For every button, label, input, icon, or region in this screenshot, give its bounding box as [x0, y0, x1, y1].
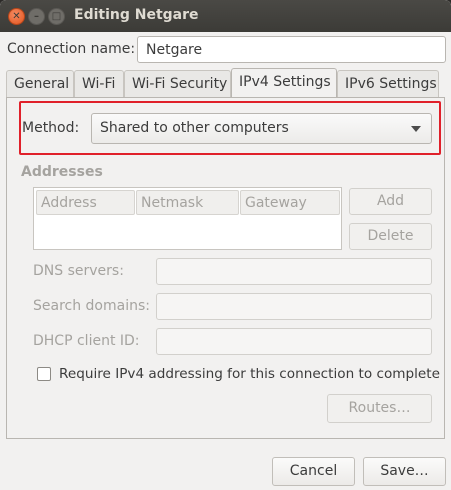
tab-ipv4-settings[interactable]: IPv4 Settings — [231, 68, 337, 97]
routes-button[interactable]: Routes… — [327, 394, 432, 423]
search-domains-input[interactable] — [156, 293, 432, 320]
addresses-heading: Addresses — [21, 164, 103, 180]
add-button[interactable]: Add — [349, 188, 432, 215]
method-select[interactable]: Shared to other computers — [91, 113, 432, 144]
connection-name-label: Connection name: — [7, 41, 136, 57]
tab-general[interactable]: General — [6, 70, 74, 97]
maximize-icon[interactable]: □ — [48, 8, 65, 25]
method-label: Method: — [22, 120, 80, 136]
connection-name-input[interactable] — [137, 36, 446, 63]
close-icon[interactable]: ✕ — [8, 8, 25, 25]
tab-wifi[interactable]: Wi-Fi — [74, 70, 124, 97]
dhcp-client-id-input[interactable] — [156, 328, 432, 355]
dns-servers-label: DNS servers: — [33, 263, 124, 279]
save-button[interactable]: Save… — [363, 457, 446, 486]
require-ipv4-label: Require IPv4 addressing for this connect… — [59, 366, 440, 382]
cancel-button[interactable]: Cancel — [272, 457, 355, 486]
column-header-gateway: Gateway — [240, 190, 340, 215]
require-ipv4-checkbox[interactable] — [37, 367, 51, 381]
dialog-window: ✕ – □ Editing Netgare Connection name: G… — [0, 0, 451, 490]
titlebar: ✕ – □ Editing Netgare — [0, 0, 451, 32]
column-header-address: Address — [36, 190, 135, 215]
method-select-value: Shared to other computers — [100, 120, 289, 136]
chevron-down-icon — [411, 126, 421, 132]
tab-wifi-security[interactable]: Wi-Fi Security — [124, 70, 231, 97]
delete-button[interactable]: Delete — [349, 223, 432, 250]
column-header-netmask: Netmask — [136, 190, 239, 215]
addresses-table: Address Netmask Gateway — [33, 187, 342, 250]
dns-servers-input[interactable] — [156, 258, 432, 285]
window-title: Editing Netgare — [74, 7, 199, 23]
minimize-icon[interactable]: – — [28, 8, 45, 25]
tab-ipv6-settings[interactable]: IPv6 Settings — [337, 70, 439, 97]
dhcp-client-id-label: DHCP client ID: — [33, 333, 140, 349]
search-domains-label: Search domains: — [33, 298, 150, 314]
